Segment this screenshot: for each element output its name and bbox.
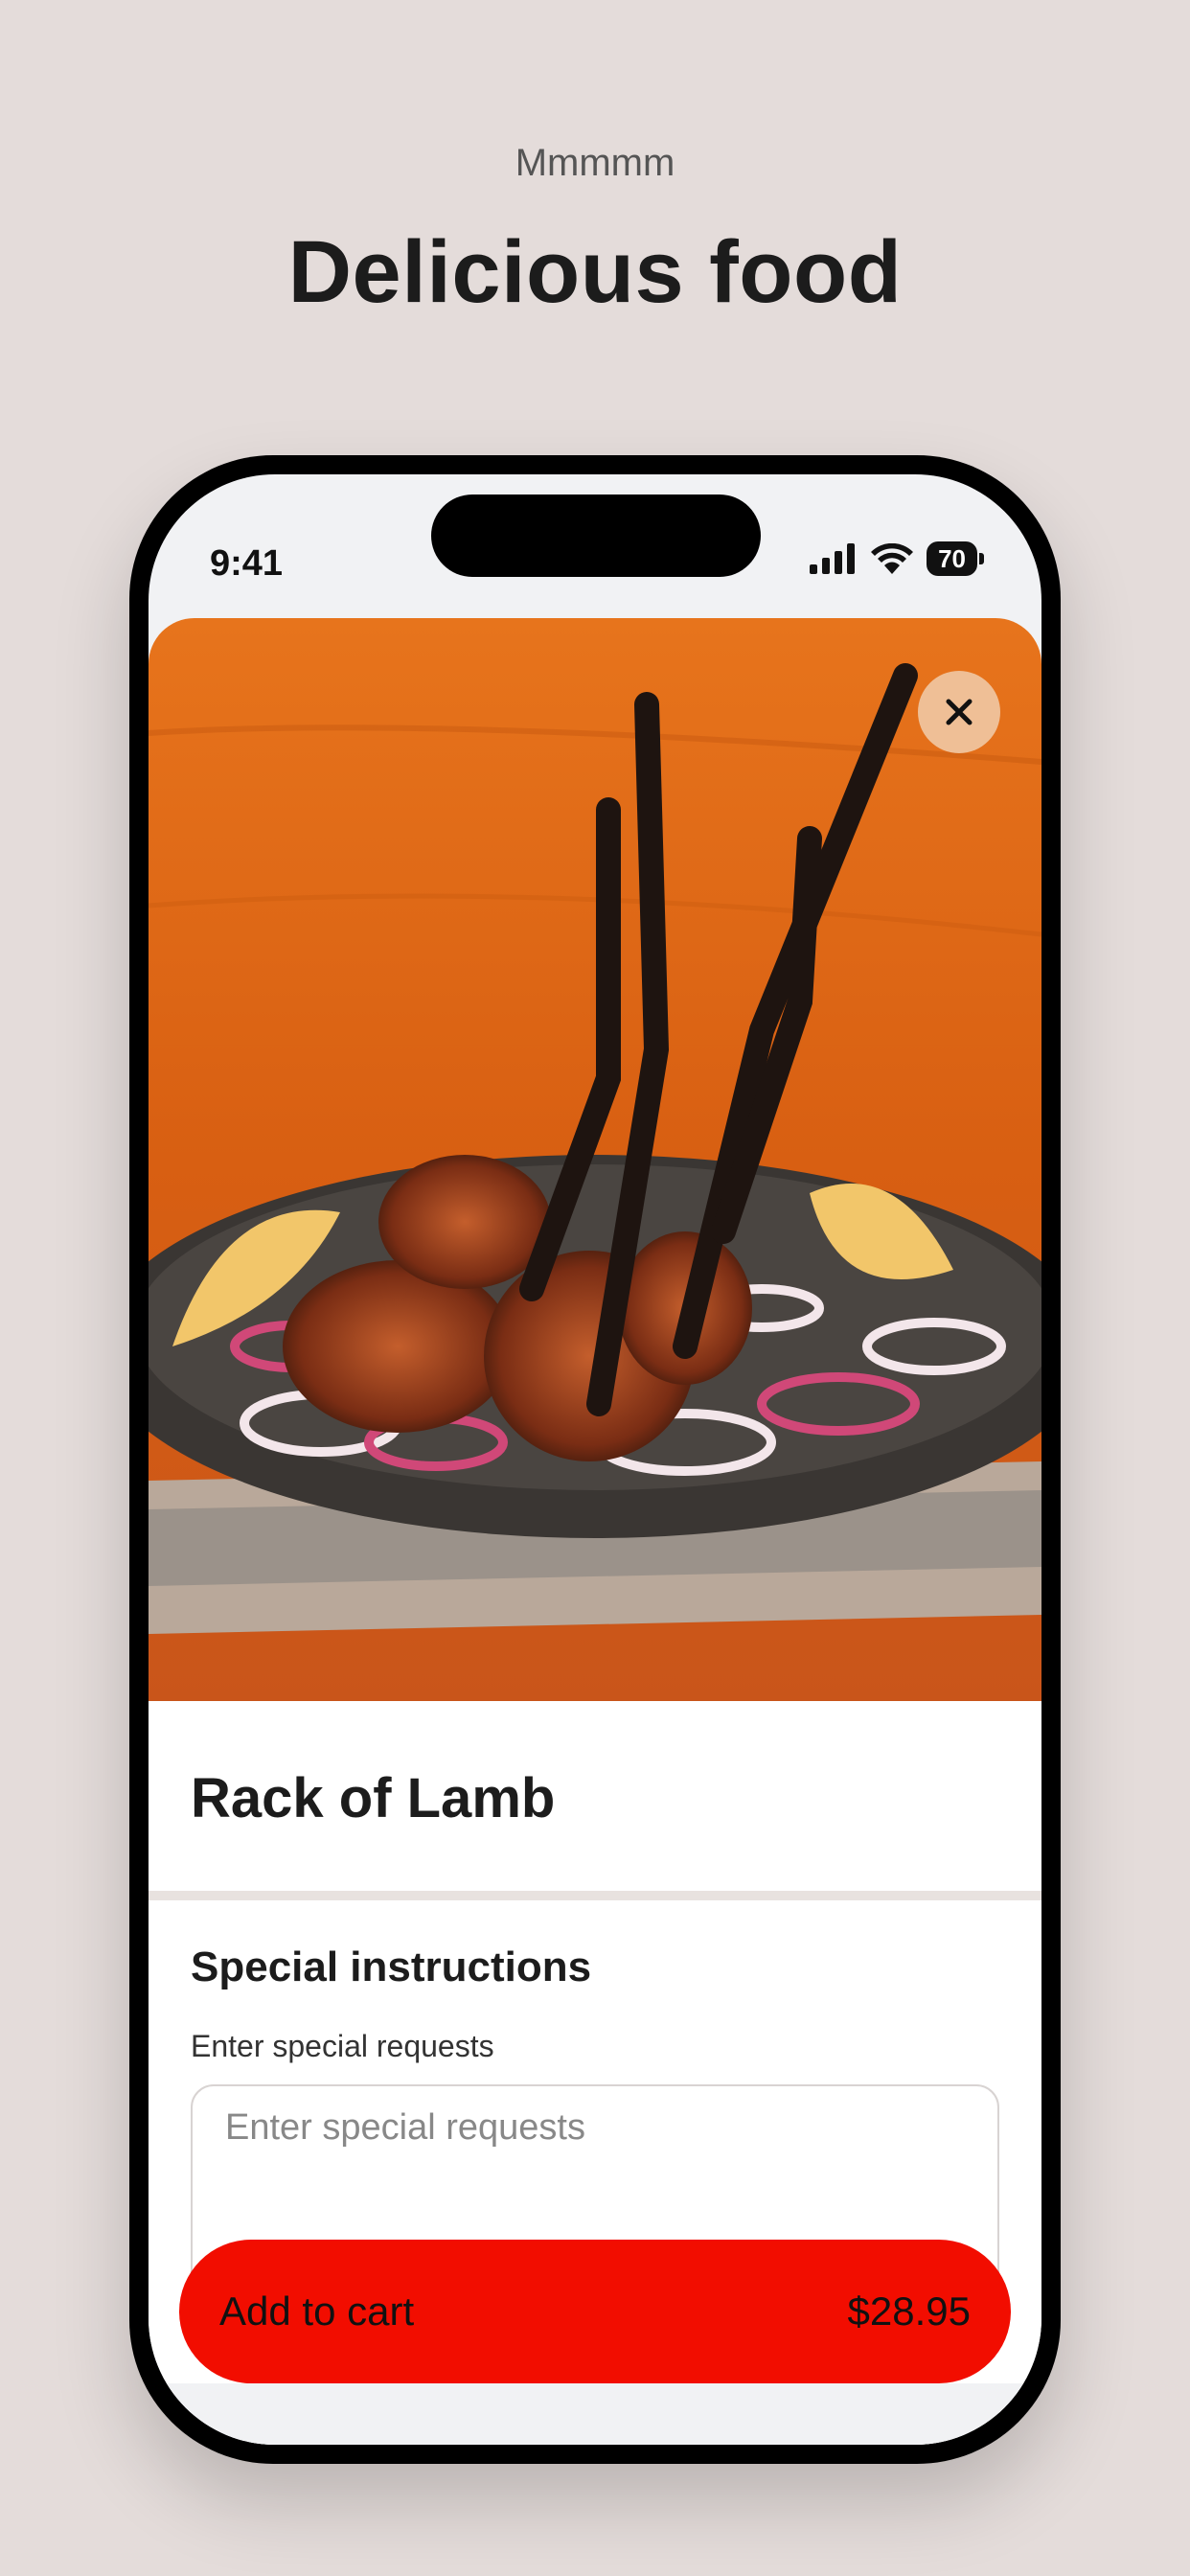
battery-icon: 70: [927, 541, 984, 576]
food-photo-image: [149, 618, 1041, 1701]
item-name: Rack of Lamb: [191, 1767, 556, 1829]
bottom-safe-area: [149, 2383, 1041, 2445]
close-button[interactable]: [918, 671, 1000, 753]
add-to-cart-label: Add to cart: [219, 2288, 415, 2334]
food-photo: [149, 618, 1041, 1701]
promo-subtitle: Mmmmm: [515, 142, 675, 184]
wifi-icon: [871, 543, 914, 574]
battery-level: 70: [927, 541, 977, 576]
section-divider: [149, 1891, 1041, 1900]
add-to-cart-price: $28.95: [847, 2288, 971, 2334]
phone-screen: 9:41 70 Rack of Lamb Special instruction…: [149, 474, 1041, 2445]
special-instructions-label: Enter special requests: [191, 2029, 494, 2063]
phone-frame: 9:41 70 Rack of Lamb Special instruction…: [129, 455, 1061, 2464]
cellular-signal-icon: [810, 543, 856, 574]
status-time: 9:41: [210, 543, 284, 584]
special-instructions-title: Special instructions: [191, 1944, 592, 1990]
status-icons: 70: [810, 541, 984, 576]
close-icon: [946, 699, 973, 725]
item-detail-sheet: Rack of Lamb Special instructions Enter …: [149, 618, 1041, 2445]
add-to-cart-button[interactable]: Add to cart $28.95: [179, 2240, 1011, 2383]
promo-title: Delicious food: [287, 223, 903, 321]
dynamic-island: [431, 494, 761, 577]
